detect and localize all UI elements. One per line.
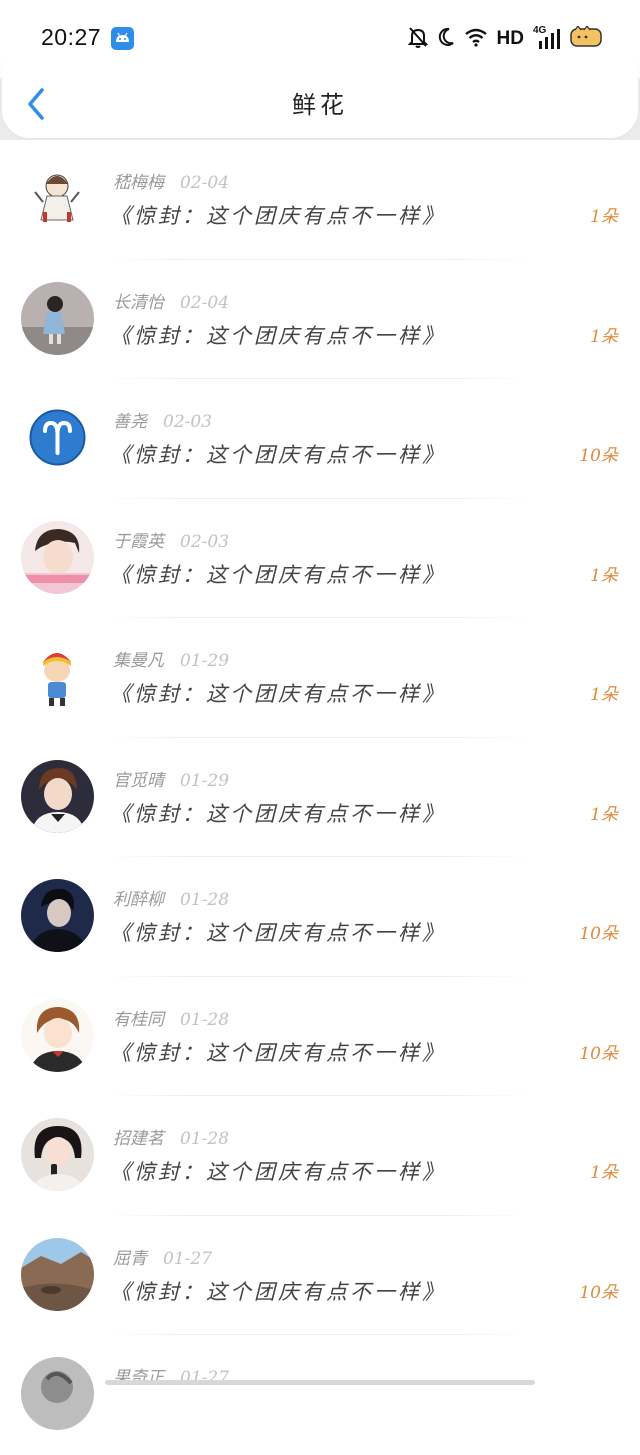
list-item[interactable]: 果奇正 01-27 [0, 1335, 640, 1455]
send-date: 02-03 [180, 531, 230, 552]
book-title: 《惊封：这个团庆有点不一样》 [110, 801, 446, 826]
sender-line: 屈青 01-27 [113, 1244, 212, 1269]
send-date: 02-04 [180, 173, 230, 193]
send-date: 01-27 [163, 1248, 213, 1269]
flower-list: 嵇梅梅 02-04 《惊封：这个团庆有点不一样》 1朵 长清怡 02-04 《惊封：… [0, 140, 640, 1455]
sender-name: 善尧 [113, 412, 147, 432]
sender-name: 于霞英 [113, 531, 164, 552]
list-item[interactable]: 利醉柳 01-28 《惊封：这个团庆有点不一样》 10朵 [0, 857, 640, 977]
book-title: 《惊封：这个团庆有点不一样》 [110, 204, 446, 228]
flower-count: 10朵 [579, 1043, 618, 1064]
avatar[interactable] [21, 759, 94, 833]
list-item[interactable]: 屈青 01-27 《惊封：这个团庆有点不一样》 10朵 [0, 1215, 640, 1335]
sender-line: 善尧 02-03 [113, 407, 212, 432]
sender-line: 嵇梅梅 02-04 [113, 168, 229, 193]
signal-4g-icon: 4G [533, 25, 561, 51]
flower-count: 10朵 [579, 1282, 618, 1303]
page-title: 鲜花 [292, 91, 348, 119]
sender-name: 果奇正 [113, 1368, 164, 1388]
avatar[interactable] [21, 640, 94, 713]
sender-name: 招建茗 [113, 1129, 164, 1149]
list-item[interactable]: 招建茗 01-28 《惊封：这个团庆有点不一样》 1朵 [0, 1096, 640, 1216]
avatar[interactable] [21, 1118, 94, 1191]
avatar[interactable] [21, 401, 94, 474]
list-item[interactable]: 有桂同 01-28 《惊封：这个团庆有点不一样》 10朵 [0, 976, 640, 1096]
android-app-icon [111, 27, 134, 50]
send-date: 02-04 [180, 292, 230, 313]
sender-name: 利醉柳 [113, 890, 164, 910]
flower-count: 1朵 [590, 326, 618, 347]
avatar[interactable] [21, 1357, 94, 1430]
flower-count: 1朵 [590, 207, 618, 227]
list-item[interactable]: 于霞英 02-03 《惊封：这个团庆有点不一样》 1朵 [0, 498, 640, 618]
avatar[interactable] [21, 281, 94, 355]
book-title: 《惊封：这个团庆有点不一样》 [110, 562, 446, 587]
book-title: 《惊封：这个团庆有点不一样》 [110, 682, 446, 706]
avatar[interactable] [21, 998, 94, 1072]
sender-name: 屈青 [113, 1248, 147, 1269]
sender-name: 长清怡 [113, 292, 164, 313]
flower-count: 1朵 [590, 804, 618, 825]
wifi-icon [464, 27, 488, 51]
flower-count: 10朵 [579, 446, 618, 466]
send-date: 02-03 [163, 412, 213, 432]
scroll-indicator [105, 1380, 535, 1385]
list-item[interactable]: 善尧 02-03 《惊封：这个团庆有点不一样》 10朵 [0, 379, 640, 499]
nav-header: 鲜花 [2, 60, 638, 138]
battery-cat-icon [570, 25, 604, 52]
flower-count: 1朵 [590, 685, 618, 705]
book-title: 《惊封：这个团庆有点不一样》 [110, 1040, 446, 1065]
sender-name: 嵇梅梅 [113, 173, 164, 193]
flower-count: 10朵 [579, 924, 618, 944]
sender-line: 于霞英 02-03 [113, 527, 229, 552]
list-item[interactable]: 集曼凡 01-29 《惊封：这个团庆有点不一样》 1朵 [0, 618, 640, 738]
list-item[interactable]: 官觅晴 01-29 《惊封：这个团庆有点不一样》 1朵 [0, 737, 640, 857]
flower-count: 1朵 [590, 1163, 618, 1183]
bell-muted-icon [407, 26, 428, 52]
book-title: 《惊封：这个团庆有点不一样》 [110, 921, 446, 945]
sender-name: 有桂同 [113, 1009, 164, 1030]
sender-line: 长清怡 02-04 [113, 288, 229, 313]
avatar[interactable] [21, 879, 94, 952]
sender-name: 官觅晴 [113, 770, 164, 791]
avatar[interactable] [21, 162, 94, 235]
book-title: 《惊封：这个团庆有点不一样》 [110, 323, 446, 348]
sender-line: 官觅晴 01-29 [113, 766, 229, 791]
book-title: 《惊封：这个团庆有点不一样》 [110, 1279, 446, 1304]
send-date: 01-27 [180, 1368, 230, 1388]
book-title: 《惊封：这个团庆有点不一样》 [110, 1160, 446, 1184]
list-item[interactable]: 嵇梅梅 02-04 《惊封：这个团庆有点不一样》 1朵 [0, 140, 640, 260]
send-date: 01-28 [180, 1009, 230, 1030]
sender-line: 招建茗 01-28 [113, 1124, 229, 1149]
sender-line: 利醉柳 01-28 [113, 885, 229, 910]
sender-name: 集曼凡 [113, 651, 164, 671]
sender-line: 有桂同 01-28 [113, 1005, 229, 1030]
status-time: 20:27 [41, 24, 102, 50]
avatar[interactable] [21, 520, 94, 594]
list-item[interactable]: 长清怡 02-04 《惊封：这个团庆有点不一样》 1朵 [0, 259, 640, 379]
flower-count: 1朵 [590, 565, 618, 586]
send-date: 01-28 [180, 890, 230, 910]
status-icons: HD 4G [407, 24, 604, 54]
send-date: 01-29 [180, 770, 230, 791]
book-title: 《惊封：这个团庆有点不一样》 [110, 443, 446, 467]
moon-icon [437, 27, 455, 51]
send-date: 01-29 [180, 651, 230, 671]
hd-indicator: HD [496, 28, 524, 49]
avatar[interactable] [21, 1237, 94, 1311]
send-date: 01-28 [180, 1129, 230, 1149]
sender-line: 集曼凡 01-29 [113, 646, 229, 671]
